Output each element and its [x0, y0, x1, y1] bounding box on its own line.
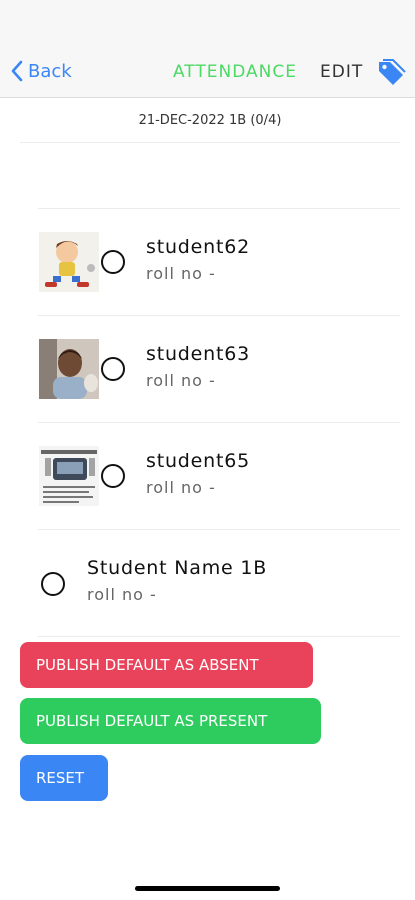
- student-name: student65: [146, 450, 251, 472]
- edit-button[interactable]: EDIT: [320, 62, 363, 82]
- publish-present-button[interactable]: PUBLISH DEFAULT AS PRESENT: [20, 698, 321, 744]
- home-indicator: [135, 886, 280, 891]
- attendance-radio[interactable]: [41, 572, 65, 596]
- back-label: Back: [28, 60, 72, 82]
- student-list: student62 roll no - student63 roll no -: [38, 208, 400, 637]
- document-image: [39, 446, 99, 506]
- roll-number: roll no -: [146, 478, 216, 497]
- cartoon-boy-image: [39, 232, 99, 292]
- student-row[interactable]: student65 roll no -: [38, 423, 400, 530]
- child-photo-image: [39, 339, 99, 399]
- student-name: student62: [146, 236, 251, 258]
- date-class-summary: 21-DEC-2022 1B (0/4): [20, 99, 400, 143]
- student-row[interactable]: Student Name 1B roll no -: [38, 530, 400, 637]
- attendance-radio[interactable]: [101, 464, 125, 488]
- student-avatar: [39, 446, 99, 506]
- tag-icon[interactable]: [376, 59, 406, 87]
- page-title: ATTENDANCE: [173, 62, 297, 82]
- student-name: student63: [146, 343, 251, 365]
- student-name: Student Name 1B: [87, 557, 268, 579]
- publish-absent-button[interactable]: PUBLISH DEFAULT AS ABSENT: [20, 642, 313, 688]
- student-avatar: [39, 232, 99, 292]
- chevron-left-icon: [11, 60, 23, 82]
- attendance-radio[interactable]: [101, 250, 125, 274]
- attendance-radio[interactable]: [101, 357, 125, 381]
- roll-number: roll no -: [87, 585, 157, 604]
- student-row[interactable]: student62 roll no -: [38, 209, 400, 316]
- student-row[interactable]: student63 roll no -: [38, 316, 400, 423]
- back-button[interactable]: Back: [10, 60, 72, 82]
- student-avatar: [39, 339, 99, 399]
- navigation-bar: Back ATTENDANCE EDIT: [0, 0, 415, 98]
- reset-button[interactable]: RESET: [20, 755, 108, 801]
- roll-number: roll no -: [146, 371, 216, 390]
- roll-number: roll no -: [146, 264, 216, 283]
